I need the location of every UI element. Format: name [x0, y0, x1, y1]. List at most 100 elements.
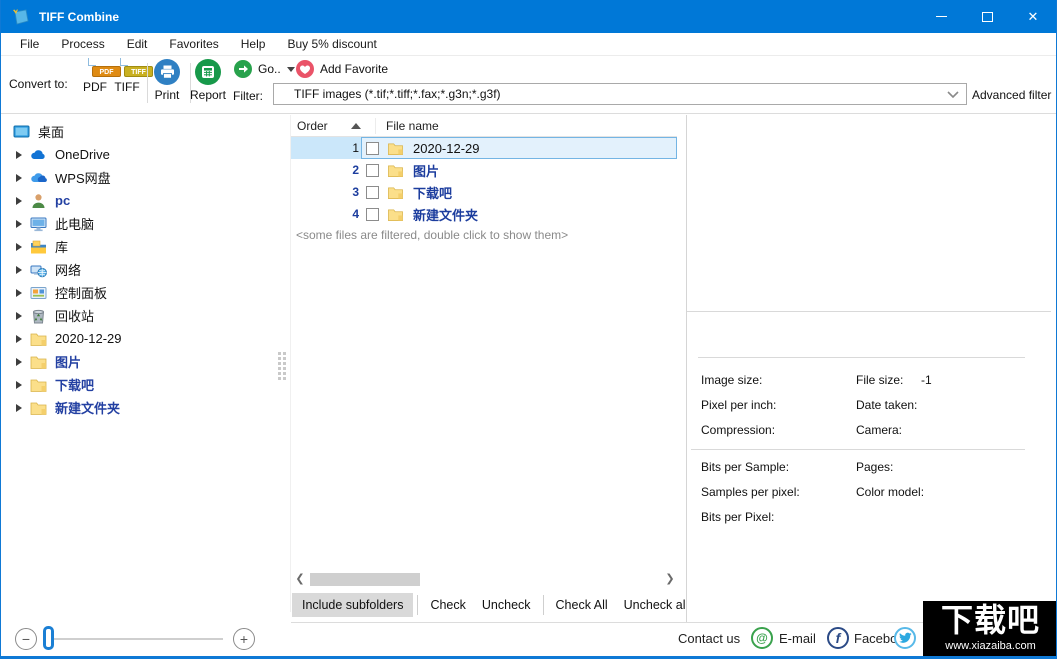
email-icon[interactable]: @ [751, 627, 773, 649]
file-row[interactable]: 3 下载吧 [291, 181, 677, 203]
add-favorite-button[interactable]: Add Favorite [296, 60, 388, 78]
zoom-out-button[interactable]: − [15, 628, 37, 650]
menu-file[interactable]: File [9, 33, 50, 55]
uncheck-button[interactable]: Uncheck [474, 593, 539, 617]
sidebar-item-folder-xiazaiba[interactable]: 下载吧 [3, 373, 275, 396]
zoom-slider-handle[interactable] [43, 626, 54, 650]
color-model-label: Color model: [856, 485, 925, 499]
sidebar-item-onedrive[interactable]: OneDrive [3, 143, 275, 166]
email-link[interactable]: E-mail [779, 631, 816, 646]
file-rows: 1 2020-12-29 2 图片 3 下载吧 4 新建文件夹 [291, 137, 677, 225]
maximize-icon [981, 11, 993, 22]
menu-favorites[interactable]: Favorites [158, 33, 229, 55]
sidebar-item-wps-cloud[interactable]: WPS网盘 [3, 166, 275, 189]
library-icon [31, 240, 46, 253]
column-header-order[interactable]: Order [297, 119, 328, 133]
expand-arrow-icon[interactable] [16, 380, 22, 389]
toolbar: Convert to: PDF PDF TIFF TIFF Print Repo… [1, 57, 1056, 114]
expand-arrow-icon[interactable] [16, 403, 22, 412]
sidebar-item-label: WPS网盘 [55, 171, 111, 186]
sidebar-item-control-panel[interactable]: 控制面板 [3, 281, 275, 304]
sidebar-item-desktop[interactable]: 桌面 [3, 120, 275, 143]
sidebar-item-folder-pictures[interactable]: 图片 [3, 350, 275, 373]
close-button[interactable]: ✕ [1010, 0, 1056, 33]
sidebar-item-network[interactable]: 网络 [3, 258, 275, 281]
go-button[interactable]: Go.. [234, 60, 295, 78]
watermark-url: www.xiazaiba.com [945, 640, 1036, 652]
zoom-bar: − + [1, 622, 285, 656]
go-dropdown-caret-icon [286, 66, 295, 72]
expand-arrow-icon[interactable] [16, 334, 22, 343]
sidebar-item-libraries[interactable]: 库 [3, 235, 275, 258]
horizontal-scrollbar: ❮ ❯ [293, 571, 677, 588]
details-panel: Image size: File size: -1 Pixel per inch… [687, 115, 1051, 622]
watermark-title: 下载吧 [940, 602, 1040, 638]
twitter-icon[interactable] [894, 627, 916, 649]
expand-arrow-icon[interactable] [16, 173, 22, 182]
row-checkbox[interactable] [366, 163, 379, 177]
expand-arrow-icon[interactable] [16, 288, 22, 297]
zoom-in-button[interactable]: + [233, 628, 255, 650]
scroll-left-arrow[interactable]: ❮ [293, 571, 307, 588]
expand-arrow-icon[interactable] [16, 357, 22, 366]
menu-bar: File Process Edit Favorites Help Buy 5% … [1, 33, 1056, 56]
window-title: TIFF Combine [39, 9, 119, 24]
filter-combobox[interactable]: TIFF images (*.tif;*.tiff;*.fax;*.g3n;*.… [273, 83, 967, 105]
expand-arrow-icon[interactable] [16, 242, 22, 251]
expand-arrow-icon[interactable] [16, 265, 22, 274]
row-checkbox[interactable] [366, 207, 379, 221]
sort-asc-icon[interactable] [351, 123, 361, 129]
file-row[interactable]: 2 图片 [291, 159, 677, 181]
expand-arrow-icon[interactable] [16, 150, 22, 159]
sidebar-item-recycle-bin[interactable]: 回收站 [3, 304, 275, 327]
sidebar-item-folder-2020-12-29[interactable]: 2020-12-29 [3, 327, 275, 350]
minimize-button[interactable] [918, 0, 964, 33]
row-checkbox[interactable] [366, 185, 379, 199]
expand-arrow-icon[interactable] [16, 196, 22, 205]
date-taken-label: Date taken: [856, 398, 918, 412]
menu-help[interactable]: Help [230, 33, 277, 55]
filtered-files-note[interactable]: <some files are filtered, double click t… [296, 228, 568, 242]
advanced-filter-button[interactable]: Advanced filter [972, 88, 1051, 102]
wps-cloud-icon [31, 172, 47, 182]
maximize-button[interactable] [964, 0, 1010, 33]
contact-us-link[interactable]: Contact us [678, 631, 740, 646]
check-button[interactable]: Check [422, 593, 473, 617]
uncheck-all-button[interactable]: Uncheck all [616, 593, 686, 617]
report-button[interactable]: Report [185, 59, 231, 102]
menu-buy-discount[interactable]: Buy 5% discount [276, 33, 387, 55]
preview-divider [687, 311, 1051, 312]
sidebar-item-label: 图片 [55, 355, 82, 370]
compression-label: Compression: [701, 423, 776, 437]
print-button[interactable]: Print [149, 59, 185, 102]
check-all-button[interactable]: Check All [548, 593, 616, 617]
convert-to-tiff-button[interactable]: TIFF TIFF [111, 58, 153, 94]
row-file-name: 2020-12-29 [413, 140, 480, 156]
tiff-combine-window: TIFF Combine ✕ File Process Edit Favorit… [0, 0, 1057, 659]
facebook-icon[interactable]: f [827, 627, 849, 649]
folder-icon [388, 164, 403, 177]
sidebar-item-this-pc[interactable]: 此电脑 [3, 212, 275, 235]
expand-arrow-icon[interactable] [16, 219, 22, 228]
row-checkbox[interactable] [366, 141, 379, 155]
file-row[interactable]: 4 新建文件夹 [291, 203, 677, 225]
menu-edit[interactable]: Edit [116, 33, 159, 55]
sidebar-splitter-handle[interactable] [278, 352, 287, 386]
file-size-value: -1 [921, 373, 932, 387]
convert-to-pdf-button[interactable]: PDF PDF [79, 58, 121, 94]
menu-process[interactable]: Process [50, 33, 115, 55]
sidebar-item-pc-user[interactable]: pc [3, 189, 275, 212]
folder-icon [388, 208, 403, 221]
zoom-slider-track[interactable] [47, 638, 223, 640]
toolbar-separator [147, 63, 148, 103]
sidebar-item-folder-new[interactable]: 新建文件夹 [3, 396, 275, 419]
include-subfolders-button[interactable]: Include subfolders [292, 593, 414, 617]
details-divider [698, 357, 1025, 358]
expand-arrow-icon[interactable] [16, 311, 22, 320]
file-row[interactable]: 1 2020-12-29 [291, 137, 677, 159]
scrollbar-thumb[interactable] [310, 573, 420, 586]
column-header-file-name[interactable]: File name [386, 119, 439, 133]
convert-to-label: Convert to: [9, 77, 68, 91]
scroll-right-arrow[interactable]: ❯ [663, 571, 677, 588]
action-separator [542, 595, 544, 615]
